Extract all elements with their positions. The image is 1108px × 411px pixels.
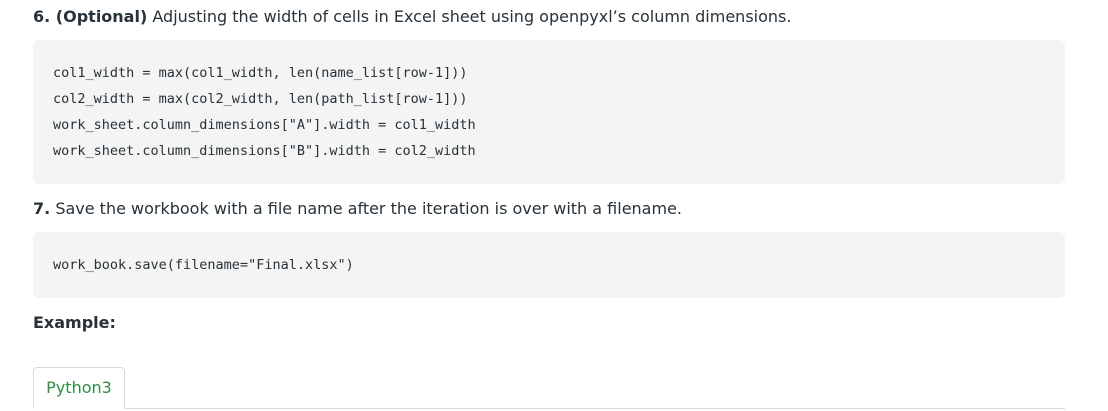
step-6-text: Adjusting the width of cells in Excel sh… xyxy=(152,7,792,26)
code-line: col1_width = max(col1_width, len(name_li… xyxy=(53,65,468,81)
step-7-number: 7. xyxy=(33,199,51,218)
code-block-save-workbook: work_book.save(filename="Final.xlsx") xyxy=(33,232,1065,298)
code-line: work_sheet.column_dimensions["B"].width … xyxy=(53,143,476,159)
example-heading: Example: xyxy=(33,313,116,332)
code-line: work_book.save(filename="Final.xlsx") xyxy=(53,257,354,273)
step-6-label: 6. (Optional) xyxy=(33,7,147,26)
code-line: work_sheet.column_dimensions["A"].width … xyxy=(53,117,476,133)
code-line: col2_width = max(col2_width, len(path_li… xyxy=(53,91,468,107)
tab-python3[interactable]: Python3 xyxy=(33,367,125,409)
step-7-text: Save the workbook with a file name after… xyxy=(55,199,682,218)
step-6-instruction: 6. (Optional) Adjusting the width of cel… xyxy=(33,6,791,28)
step-6-optional-label: (Optional) xyxy=(55,7,148,26)
step-7-instruction: 7. Save the workbook with a file name af… xyxy=(33,198,682,220)
language-tab-strip: Python3 xyxy=(33,367,1065,411)
step-6-number: 6. xyxy=(33,7,51,26)
code-block-column-width: col1_width = max(col1_width, len(name_li… xyxy=(33,40,1065,184)
tab-divider xyxy=(33,408,1065,409)
